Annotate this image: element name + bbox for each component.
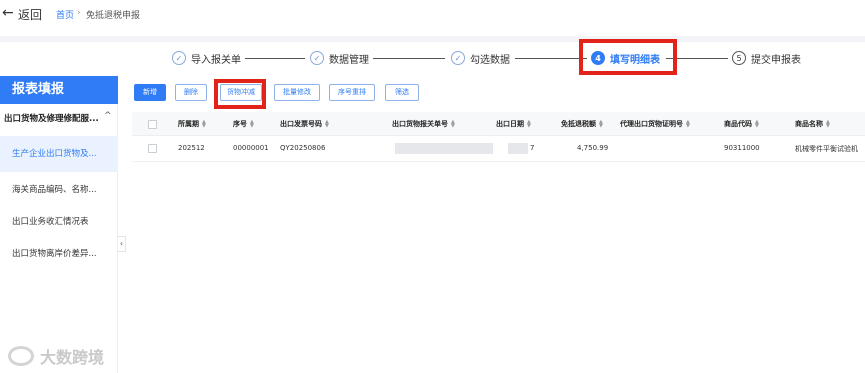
header-divider — [0, 36, 865, 42]
cell-period: 202512 — [178, 144, 205, 152]
column-header[interactable]: 序号 ▲ ▼ — [233, 119, 254, 129]
sort-icon: ▲ ▼ — [250, 119, 254, 129]
main-content: 新增 删除 货物冲减 批量修改 序号重排 筛选 所属期 ▲ ▼ 序号 ▲ ▼ 出口发票号… — [132, 74, 865, 373]
cell-export-date: 7 — [530, 144, 535, 152]
sidebar-item-production-export[interactable]: 生产企业出口货物及... — [0, 136, 118, 172]
cell-refund-amount: 4,750.99 — [577, 144, 609, 152]
new-button[interactable]: 新增 — [134, 84, 166, 101]
breadcrumb-current: 免抵退税申报 — [86, 11, 141, 21]
back-button[interactable]: 返回 — [18, 6, 42, 23]
sort-icon: ▲ ▼ — [451, 119, 455, 129]
column-header[interactable]: 代理出口货物证明号 ▲ ▼ — [620, 119, 690, 129]
cell-goods-code: 90311000 — [724, 144, 760, 152]
step-connector — [515, 58, 587, 59]
batch-edit-button[interactable]: 批量修改 — [274, 84, 320, 101]
step-2-check-icon: ✓ — [310, 51, 324, 65]
reorder-button[interactable]: 序号重排 — [329, 84, 375, 101]
step-1-check-icon: ✓ — [172, 51, 186, 65]
column-header[interactable]: 出口发票号码 ▲ ▼ — [280, 119, 329, 129]
step-connector — [373, 58, 445, 59]
cell-invoice-no: QY20250806 — [280, 144, 326, 152]
step-1-label: 导入报关单 — [191, 54, 241, 66]
column-header[interactable]: 免抵退税额 ▲ ▼ — [561, 119, 603, 129]
delete-button[interactable]: 删除 — [175, 84, 207, 101]
filter-button[interactable]: 筛选 — [385, 84, 419, 101]
breadcrumb-home[interactable]: 首页 — [56, 8, 74, 21]
step-3-check-icon: ✓ — [451, 51, 465, 65]
column-header[interactable]: 商品名称 ▲ ▼ — [795, 119, 830, 129]
sort-icon: ▲ ▼ — [755, 119, 759, 129]
table-row[interactable]: 202512 00000001 QY20250806 7 4,750.99 90… — [132, 136, 865, 162]
collapse-sidebar-icon[interactable]: ‹ — [118, 236, 126, 252]
goods-offset-button[interactable]: 货物冲减 — [220, 84, 262, 101]
report-sidebar: 报表填报 出口货物及修理修配服... ^ 生产企业出口货物及... 海关商品编码… — [0, 74, 118, 373]
highlight-active-step — [579, 39, 677, 75]
table-header: 所属期 ▲ ▼ 序号 ▲ ▼ 出口发票号码 ▲ ▼ 出口货物报关单号 ▲ ▼ 出口日期 ▲ ▼ 免抵… — [132, 112, 865, 136]
column-header[interactable]: 所属期 ▲ ▼ — [178, 119, 206, 129]
sort-icon: ▲ ▼ — [325, 119, 329, 129]
sort-icon: ▲ ▼ — [202, 119, 206, 129]
step-5-number-icon: 5 — [732, 51, 746, 65]
progress-stepper: ✓ 导入报关单 ✓ 数据管理 ✓ 勾选数据 4 填写明细表 5 提交申报表 — [0, 44, 865, 74]
sort-icon: ▲ ▼ — [599, 119, 603, 129]
watermark-text: 大数跨境 — [40, 348, 105, 367]
step-import-customs[interactable]: ✓ 导入报关单 — [172, 48, 241, 68]
step-3-label: 勾选数据 — [470, 54, 510, 66]
sort-icon: ▲ ▼ — [826, 119, 830, 129]
top-bar: ← 返回 首页 › 免抵退税申报 — [0, 0, 865, 30]
step-data-management[interactable]: ✓ 数据管理 — [310, 48, 369, 68]
cell-goods-name: 机械零件平衡试验机 — [795, 145, 858, 153]
row-checkbox[interactable] — [148, 144, 157, 153]
watermark-logo-icon — [8, 346, 34, 366]
toolbar: 新增 删除 货物冲减 批量修改 序号重排 筛选 — [132, 84, 865, 104]
sidebar-item-export-receipts[interactable]: 出口业务收汇情况表 — [0, 204, 118, 240]
redacted-export-date — [508, 143, 528, 154]
step-submit-report[interactable]: 5 提交申报表 — [732, 48, 801, 68]
back-arrow-icon[interactable]: ← — [2, 5, 14, 21]
sidebar-item-fob-difference[interactable]: 出口货物离岸价差异... — [0, 236, 118, 272]
column-header[interactable]: 商品代码 ▲ ▼ — [724, 119, 759, 129]
redacted-customs-no — [395, 143, 493, 154]
step-connector — [245, 58, 305, 59]
sort-icon: ▲ ▼ — [686, 119, 690, 129]
chevron-up-icon[interactable]: ^ — [104, 111, 112, 121]
sidebar-item-customs-code[interactable]: 海关商品编码、名称... — [0, 172, 118, 208]
watermark: 大数跨境 — [8, 344, 104, 368]
cell-seq: 00000001 — [233, 144, 269, 152]
column-header[interactable]: 出口日期 ▲ ▼ — [496, 119, 531, 129]
sidebar-group-export-goods[interactable]: 出口货物及修理修配服... — [0, 108, 118, 130]
step-2-label: 数据管理 — [329, 54, 369, 66]
select-all-checkbox[interactable] — [148, 120, 157, 129]
column-header[interactable]: 出口货物报关单号 ▲ ▼ — [392, 119, 455, 129]
step-select-data[interactable]: ✓ 勾选数据 — [451, 48, 510, 68]
breadcrumb-separator: › — [77, 8, 81, 18]
sidebar-title: 报表填报 — [0, 76, 118, 104]
sort-icon: ▲ ▼ — [527, 119, 531, 129]
step-5-label: 提交申报表 — [751, 54, 801, 66]
